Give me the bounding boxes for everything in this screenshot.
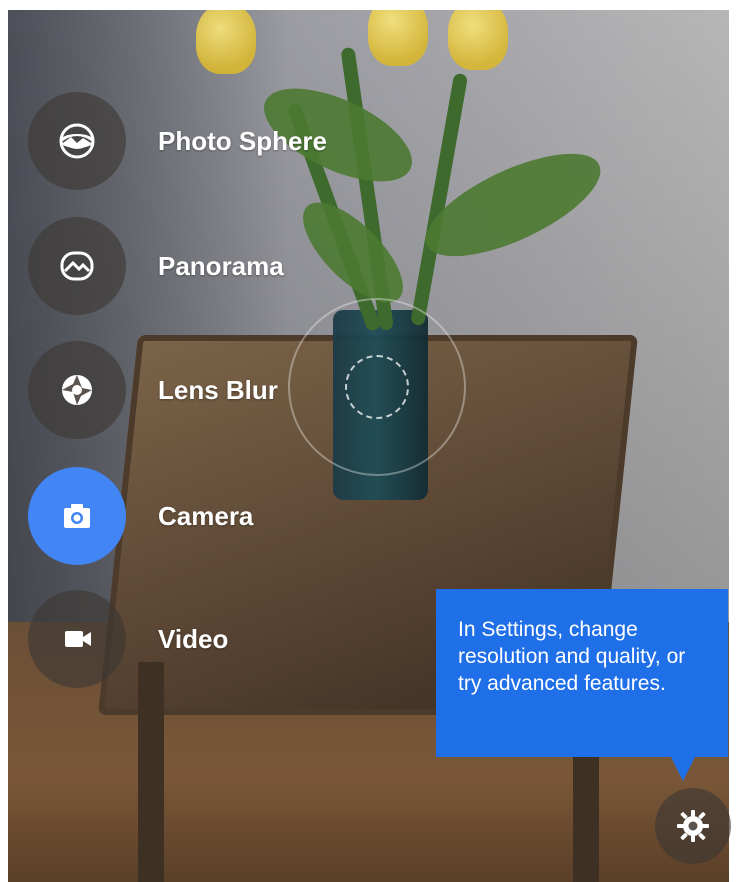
video-icon (65, 631, 91, 647)
lens-blur-icon (62, 375, 92, 405)
mode-video-button[interactable] (28, 590, 126, 688)
mode-lens-blur-button[interactable] (28, 341, 126, 439)
mode-panorama[interactable]: Panorama (28, 211, 448, 321)
settings-tooltip: In Settings, change resolution and quali… (436, 589, 728, 757)
mode-photo-sphere-label: Photo Sphere (158, 125, 328, 156)
mode-photo-sphere[interactable]: Photo Sphere (28, 86, 448, 196)
mode-lens-blur[interactable]: Lens Blur (28, 335, 448, 445)
settings-button[interactable] (655, 788, 731, 864)
tooltip-text: In Settings, change resolution and quali… (458, 618, 686, 695)
mode-panorama-label: Panorama (158, 250, 284, 281)
mode-video-label: Video (158, 623, 229, 654)
mode-camera[interactable]: Camera (28, 461, 448, 571)
mode-lens-blur-label: Lens Blur (158, 374, 278, 405)
photo-sphere-icon (59, 123, 95, 159)
tooltip-arrow (671, 757, 695, 781)
panorama-icon (60, 251, 94, 281)
gear-icon (677, 810, 709, 842)
mode-video[interactable]: Video (28, 584, 448, 694)
camera-icon (64, 504, 90, 528)
mode-camera-label: Camera (158, 500, 254, 531)
mode-camera-button[interactable] (28, 467, 126, 565)
mode-panorama-button[interactable] (28, 217, 126, 315)
camera-app-screen: Photo Sphere Panorama Lens Blur Camera V… (0, 0, 737, 882)
mode-photo-sphere-button[interactable] (28, 92, 126, 190)
